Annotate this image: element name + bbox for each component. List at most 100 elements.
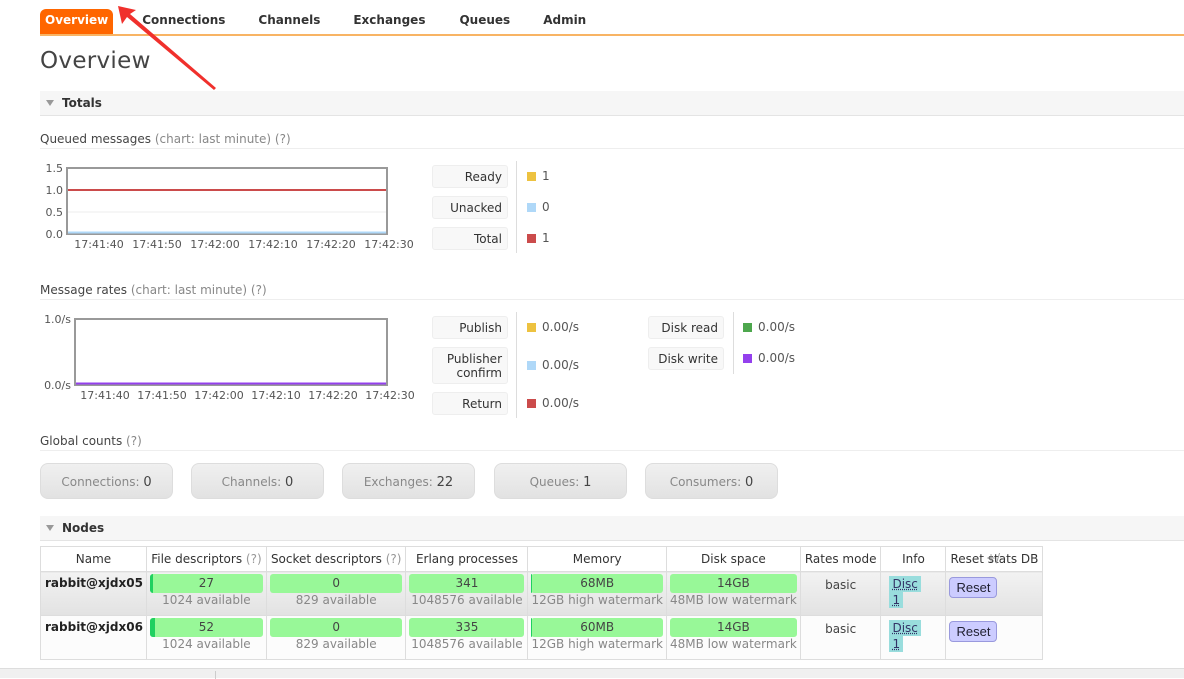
tab-admin[interactable]: Admin (543, 9, 586, 34)
x-tick-label: 17:41:50 (137, 389, 186, 402)
legend-return-value: 0.00/s (527, 396, 579, 410)
legend-publish-value: 0.00/s (527, 320, 579, 334)
return-value: 0.00/s (542, 396, 580, 410)
disk-read-swatch-icon (743, 323, 752, 332)
sd-available: 829 available (295, 637, 377, 651)
fd-bar: 52 (149, 618, 263, 637)
return-swatch-icon (527, 399, 536, 408)
ready-value: 1 (542, 169, 550, 183)
message-rates-hint[interactable]: (chart: last minute) (?) (131, 283, 267, 297)
help-icon[interactable]: (?) (246, 552, 262, 566)
mem-watermark: 12GB high watermark (531, 637, 663, 651)
reset-cell: Reset (945, 615, 1044, 660)
count-queues[interactable]: Queues: 1 (494, 463, 627, 499)
disk-value: 14GB (716, 576, 750, 590)
table-row: rabbit@xjdx05 27 1024 available 0 829 avai… (40, 571, 1044, 616)
help-icon[interactable]: (?) (386, 552, 402, 566)
erl-bar: 341 (409, 574, 525, 593)
count-channels[interactable]: Channels: 0 (191, 463, 324, 499)
publisher-confirm-value: 0.00/s (542, 358, 580, 372)
reset-button[interactable]: Reset (949, 577, 998, 598)
x-tick-label: 17:41:50 (132, 238, 181, 251)
total-swatch-icon (527, 234, 536, 243)
sd-cell: 0 829 available (265, 571, 407, 616)
global-counts-heading: Global counts (?) (40, 434, 1184, 451)
col-erlang-processes: Erlang processes (405, 546, 529, 572)
disk-read-value: 0.00/s (758, 320, 796, 334)
info-count-badge[interactable]: 1 (889, 636, 904, 652)
nodes-section-toggle[interactable]: Nodes (40, 516, 1184, 541)
footer-bar (0, 668, 1184, 679)
col-file-descriptors: File descriptors (?) (145, 546, 267, 572)
mem-bar: 68MB (531, 574, 663, 593)
info-count-badge[interactable]: 1 (889, 592, 904, 608)
publish-swatch-icon (527, 323, 536, 332)
count-value: 1 (583, 475, 592, 490)
count-connections[interactable]: Connections: 0 (40, 463, 173, 499)
legend-separator (733, 312, 734, 374)
count-exchanges[interactable]: Exchanges: 22 (342, 463, 475, 499)
count-consumers[interactable]: Consumers: 0 (645, 463, 778, 499)
col-fd-label: File descriptors (151, 552, 243, 566)
node-name[interactable]: rabbit@xjdx05 (40, 571, 147, 616)
col-info: Info (880, 546, 947, 572)
legend-disk-write-value: 0.00/s (743, 351, 795, 365)
queued-messages-hint[interactable]: (chart: last minute) (?) (155, 132, 291, 146)
info-disc-badge[interactable]: Disc (889, 620, 921, 636)
toggle-columns-button[interactable]: +/- (986, 551, 1004, 565)
legend-separator (516, 161, 517, 253)
tab-exchanges[interactable]: Exchanges (353, 9, 425, 34)
total-value: 1 (542, 231, 550, 245)
erl-value: 341 (455, 576, 479, 590)
info-disc-badge[interactable]: Disc (889, 576, 921, 592)
legend-disk-read-label: Disk read (648, 316, 724, 339)
totals-section-toggle[interactable]: Totals (40, 91, 1184, 116)
reset-button[interactable]: Reset (949, 621, 998, 642)
legend-publish-label: Publish (432, 316, 508, 339)
node-name[interactable]: rabbit@xjdx06 (40, 615, 147, 660)
fd-available: 1024 available (162, 593, 251, 607)
disk-bar: 14GB (669, 574, 797, 593)
mem-value: 60MB (580, 620, 615, 634)
count-value: 0 (143, 475, 152, 490)
plot-frame (66, 167, 388, 235)
info-cell: Disc1 (880, 571, 947, 616)
fd-bar-fill (149, 574, 153, 593)
tab-overview[interactable]: Overview (40, 9, 114, 34)
erl-available: 1048576 available (411, 637, 523, 651)
mem-cell: 60MB 12GB high watermark (527, 615, 667, 660)
fd-cell: 52 1024 available (145, 615, 267, 660)
x-tick-label: 17:42:20 (308, 389, 357, 402)
col-socket-descriptors: Socket descriptors (?) (265, 546, 407, 572)
col-rates-mode: Rates mode (799, 546, 882, 572)
ready-swatch-icon (527, 172, 536, 181)
nodes-header-row: Name File descriptors (?) Socket descrip… (40, 546, 1044, 572)
x-tick-label: 17:41:40 (80, 389, 129, 402)
table-row: rabbit@xjdx06 52 1024 available 0 829 avai… (40, 615, 1044, 660)
x-tick-label: 17:42:10 (248, 238, 297, 251)
tab-queues[interactable]: Queues (459, 9, 510, 34)
disk-write-swatch-icon (743, 354, 752, 363)
global-counts-hint[interactable]: (?) (126, 434, 142, 448)
tab-channels[interactable]: Channels (258, 9, 320, 34)
disk-watermark: 48MB low watermark (669, 637, 797, 651)
col-memory: Memory (527, 546, 667, 572)
col-sd-label: Socket descriptors (270, 552, 382, 566)
fd-bar-fill (149, 618, 155, 637)
nodes-table: Name File descriptors (?) Socket descrip… (40, 546, 1044, 660)
x-tick-label: 17:42:00 (190, 238, 239, 251)
message-rates-title: Message rates (40, 283, 128, 297)
col-name: Name (40, 546, 147, 572)
erl-cell: 341 1048576 available (405, 571, 529, 616)
legend-publisher-confirm-value: 0.00/s (527, 358, 579, 372)
fd-value: 52 (198, 620, 215, 634)
disk-write-value: 0.00/s (758, 351, 796, 365)
count-label: Consumers: (669, 475, 742, 489)
legend-disk-read-value: 0.00/s (743, 320, 795, 334)
rates-mode: basic (799, 615, 882, 660)
legend-ready-value: 1 (527, 169, 550, 183)
sd-value: 0 (332, 576, 341, 590)
count-value: 0 (285, 475, 294, 490)
mem-bar-fill (531, 574, 533, 593)
x-tick-label: 17:42:20 (306, 238, 355, 251)
